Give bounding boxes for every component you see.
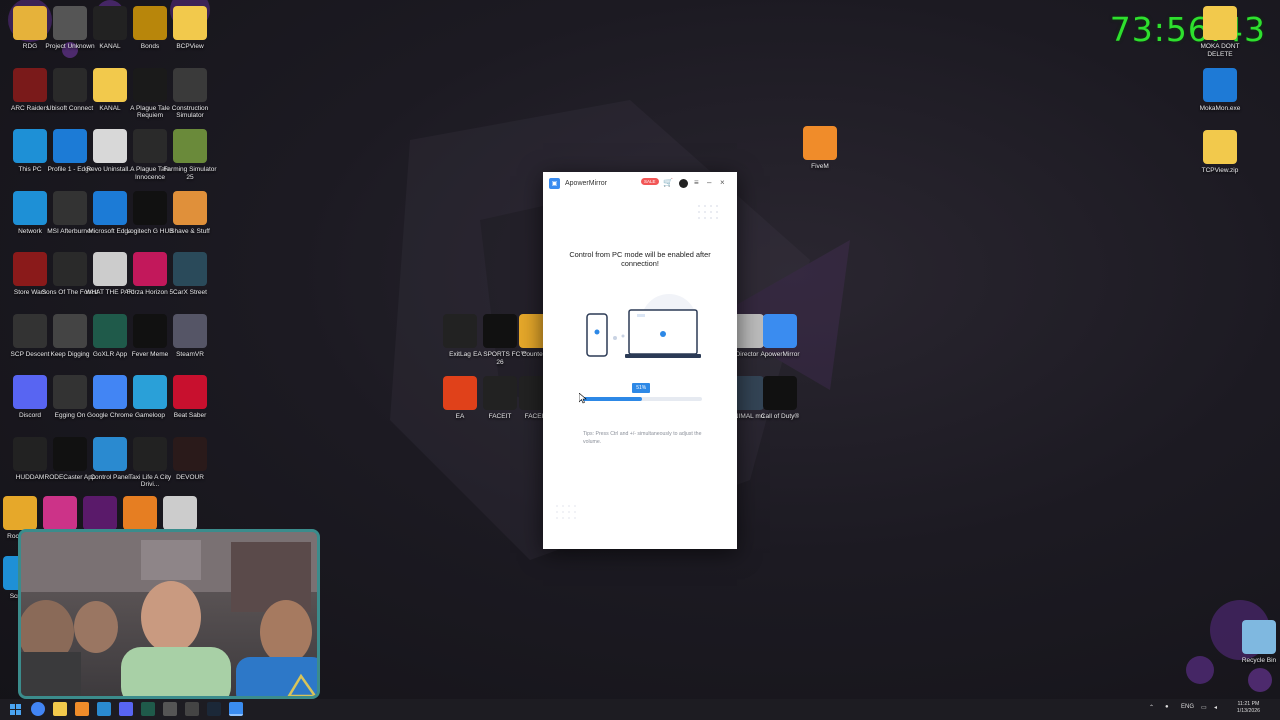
tray-overflow-icon[interactable]: ⌃ — [1149, 704, 1154, 711]
r-logo-icon — [163, 496, 197, 530]
desktop-icon[interactable]: Recycle Bin — [1230, 620, 1280, 665]
desktop-icon-label: ApowerMirror — [760, 351, 800, 358]
desktop-icon-label: BCPView — [176, 43, 204, 50]
sale-badge[interactable]: SALE — [641, 178, 659, 185]
shave-icon — [173, 190, 207, 225]
desktop-icon-label: Construction Simulator — [171, 104, 209, 120]
fivem-taskbar-icon[interactable] — [75, 702, 89, 716]
apowermirror-logo-icon: ▣ — [549, 177, 560, 189]
decor-dots — [556, 505, 576, 519]
start-button-icon[interactable] — [8, 702, 22, 716]
webcam-overlay — [18, 529, 320, 699]
file-explorer-taskbar-icon[interactable] — [53, 702, 67, 716]
chrome-taskbar-icon[interactable] — [31, 702, 45, 716]
close-button[interactable]: × — [720, 179, 725, 187]
phone-to-pc-illustration — [586, 294, 701, 358]
farming-sim-icon — [173, 129, 207, 163]
app-taskbar-icon[interactable] — [97, 702, 111, 716]
cod-icon — [763, 376, 797, 410]
webcam-frame-ornament — [287, 673, 317, 696]
desktop-icon-label: CarX Street — [173, 289, 207, 296]
desktop-icon[interactable]: Shave & Stuff — [161, 190, 219, 236]
app-taskbar-icon[interactable] — [163, 702, 177, 716]
desktop-icon[interactable]: Farming Simulator 25 — [161, 129, 219, 181]
system-clock[interactable]: 11:21 PM 1/13/2026 — [1237, 701, 1260, 715]
connection-progress-bar — [580, 397, 702, 401]
desktop-icon[interactable]: MOKA DONT DELETE — [1191, 6, 1249, 58]
clock-time: 11:21 PM — [1237, 701, 1260, 707]
desktop-icon-label: FiveM — [811, 163, 829, 170]
desktop-icon-label: TCPView.zip — [1201, 167, 1239, 174]
carx-icon — [173, 252, 207, 286]
desktop-icon[interactable]: Call of Duty® — [751, 376, 809, 421]
monitor-chart-icon — [1203, 68, 1237, 102]
desktop-icon[interactable]: CarX Street — [161, 252, 219, 297]
folder-icon — [1203, 6, 1237, 40]
app-taskbar-icon[interactable] — [185, 702, 199, 716]
desktop-icon[interactable]: SteamVR — [161, 313, 219, 359]
devour-icon — [173, 436, 207, 471]
recycle-bin-icon — [1242, 620, 1276, 654]
mic-icon[interactable]: ● — [1165, 704, 1169, 710]
apowermirror-taskbar-icon[interactable] — [229, 702, 243, 716]
desktop-icon[interactable]: TCPView.zip — [1191, 130, 1249, 175]
goxlr-taskbar-icon[interactable] — [141, 702, 155, 716]
language-indicator[interactable]: ENG — [1181, 704, 1194, 710]
desktop-icon[interactable]: DEVOUR — [161, 436, 219, 482]
folder-icon — [173, 6, 207, 40]
apowermirror-window: ▣ ApowerMirror SALE 🛒 ≡ – × Control from… — [543, 172, 737, 549]
desktop-icon-label: Beat Saber — [173, 412, 207, 419]
taskbar: ⌃ ● ENG ▭ ◂ 11:21 PM 1/13/2026 — [0, 699, 1280, 720]
clock-date: 1/13/2026 — [1236, 708, 1260, 714]
connection-message: Control from PC mode will be enabled aft… — [569, 250, 711, 268]
network-tray-icon[interactable]: ▭ — [1201, 704, 1207, 711]
desktop-icon[interactable]: Beat Saber — [161, 375, 219, 420]
app-title: ApowerMirror — [565, 179, 608, 187]
fivem-icon — [803, 126, 837, 160]
mouse-cursor-icon — [579, 393, 587, 404]
zip-folder-icon — [1203, 130, 1237, 164]
tips-text: Tips: Press Ctrl and +/- simultaneously … — [583, 431, 702, 445]
desktop-icon[interactable]: BCPView — [161, 6, 219, 51]
desktop-icon[interactable]: FiveM — [791, 126, 849, 171]
steam-taskbar-icon[interactable] — [207, 702, 221, 716]
desktop-icon-label: Farming Simulator 25 — [163, 166, 217, 181]
progress-percent-label: 51% — [632, 383, 651, 393]
beat-saber-icon — [173, 375, 207, 409]
desktop-icon-label: DEVOUR — [176, 473, 204, 481]
desktop-icon[interactable]: MokaMon.exe — [1191, 68, 1249, 113]
minimize-button[interactable]: – — [707, 179, 711, 187]
decor-dots — [698, 205, 718, 219]
cart-icon[interactable]: 🛒 — [663, 179, 673, 187]
volume-icon[interactable]: ◂ — [1214, 704, 1217, 711]
vip-icon[interactable] — [679, 179, 688, 188]
desktop-icon[interactable]: ApowerMirror — [751, 314, 809, 359]
desktop-icon-label: SteamVR — [176, 350, 204, 358]
webcam-feed — [21, 532, 317, 696]
desktop-icon[interactable]: Construction Simulator — [161, 67, 219, 120]
desktop-icon-label: Shave & Stuff — [170, 227, 210, 235]
desktop-icon-label: MokaMon.exe — [1199, 105, 1241, 112]
menu-icon[interactable]: ≡ — [694, 179, 699, 187]
progress-fill — [580, 397, 643, 401]
desktop-icon[interactable] — [151, 496, 209, 533]
desktop-icon-label: Recycle Bin — [1241, 657, 1277, 664]
construction-sim-icon — [173, 67, 207, 102]
vr-icon — [173, 313, 207, 348]
desktop-icon-label: MOKA DONT DELETE — [1200, 43, 1240, 58]
discord-taskbar-icon[interactable] — [119, 702, 133, 716]
apowermirror-icon — [763, 314, 797, 348]
desktop-icon-label: Call of Duty® — [760, 413, 800, 420]
